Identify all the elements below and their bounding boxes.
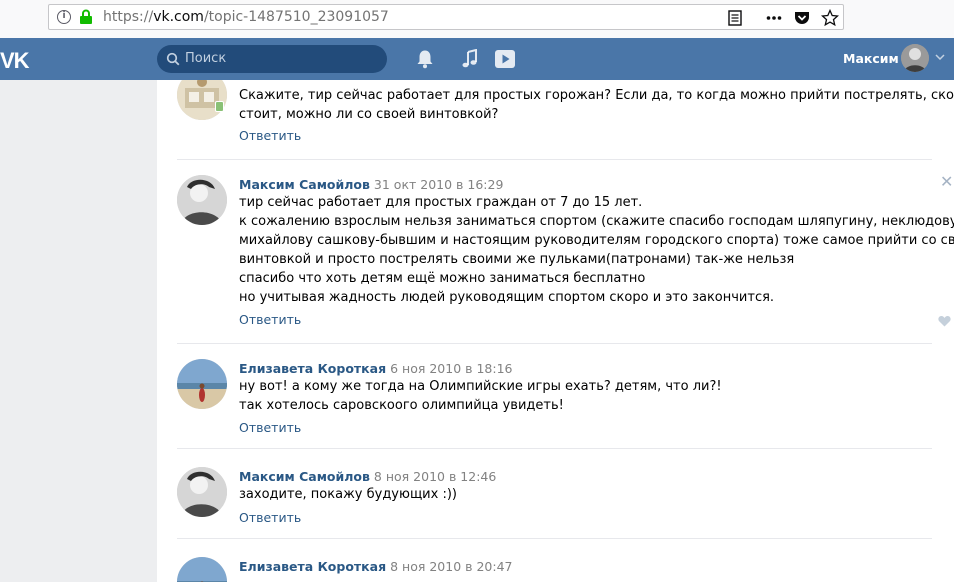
user-avatar[interactable] — [901, 44, 929, 72]
reply-button[interactable]: Ответить — [239, 312, 301, 327]
comment-text: заходите, покажу будующих :)) — [239, 487, 457, 502]
bookmark-star-icon[interactable] — [821, 9, 839, 27]
music-icon[interactable] — [461, 49, 479, 69]
address-bar[interactable]: i https://vk.com/topic-1487510_23091057 — [48, 4, 844, 30]
search-input[interactable]: Поиск — [157, 45, 387, 73]
avatar[interactable] — [177, 467, 227, 517]
search-icon — [166, 52, 180, 66]
site-header: VK Поиск Максим — [0, 38, 954, 80]
divider — [177, 159, 932, 160]
comment-author[interactable]: Елизавета Короткая 8 ноя 2010 в 20:47 — [239, 559, 513, 574]
divider — [177, 448, 932, 449]
reader-view-icon[interactable] — [726, 9, 744, 27]
like-heart-icon[interactable] — [938, 315, 951, 327]
user-name[interactable]: Максим — [843, 51, 899, 66]
comment-text: тир сейчас работает для простых граждан … — [239, 195, 954, 305]
comment-author[interactable]: Елизавета Короткая 6 ноя 2010 в 18:16 — [239, 361, 513, 376]
comment-author[interactable]: Максим Самойлов 8 ноя 2010 в 12:46 — [239, 469, 496, 484]
divider — [177, 343, 932, 344]
comment-date: 6 ноя 2010 в 18:16 — [390, 361, 513, 376]
info-icon[interactable]: i — [57, 10, 71, 24]
divider — [177, 538, 932, 539]
reply-button[interactable]: Ответить — [239, 128, 301, 143]
video-play-icon[interactable] — [494, 49, 516, 69]
search-placeholder: Поиск — [185, 51, 227, 66]
reply-button[interactable]: Ответить — [239, 420, 301, 435]
close-icon[interactable]: ✕ — [940, 172, 953, 191]
url-text: https://vk.com/topic-1487510_23091057 — [103, 9, 389, 25]
browser-toolbar: i https://vk.com/topic-1487510_23091057 — [0, 0, 954, 39]
avatar[interactable] — [177, 175, 227, 225]
avatar[interactable] — [177, 359, 227, 409]
comment-author[interactable] — [239, 80, 243, 85]
avatar[interactable] — [177, 557, 227, 582]
pocket-icon[interactable] — [793, 9, 811, 27]
notifications-bell-icon[interactable] — [416, 49, 434, 69]
comment-text: ну вот! а кому же тогда на Олимпийские и… — [239, 379, 722, 413]
reply-button[interactable]: Ответить — [239, 510, 301, 525]
more-actions-icon[interactable] — [765, 9, 783, 27]
avatar[interactable] — [177, 80, 227, 120]
comment-date: 31 окт 2010 в 16:29 — [373, 177, 504, 192]
comment-date: 8 ноя 2010 в 12:46 — [373, 469, 497, 484]
lock-icon — [80, 9, 92, 24]
vk-logo[interactable]: VK — [0, 48, 30, 74]
chevron-down-icon[interactable] — [935, 54, 945, 60]
online-mobile-indicator — [215, 101, 224, 112]
topic-comments: Скажите, тир сейчас работает для простых… — [157, 80, 954, 582]
comment-text: Скажите, тир сейчас работает для простых… — [239, 88, 954, 122]
comment-author[interactable]: Максим Самойлов 31 окт 2010 в 16:29 — [239, 177, 503, 192]
comment-date: 8 ноя 2010 в 20:47 — [390, 559, 513, 574]
